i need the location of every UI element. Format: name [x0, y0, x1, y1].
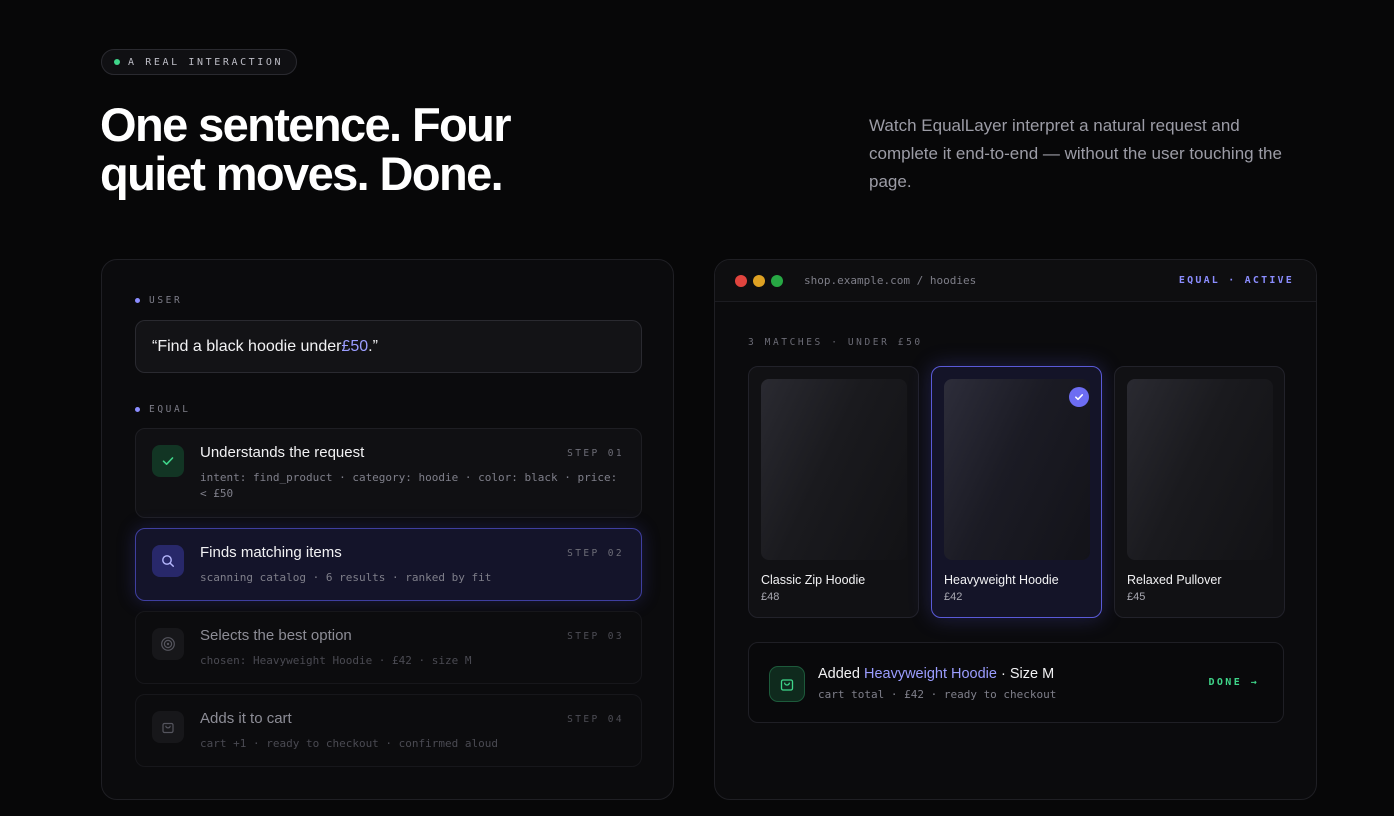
product-name: Heavyweight Hoodie: [944, 573, 1059, 587]
cart-suffix: · Size M: [996, 666, 1055, 682]
product-price: £48: [761, 591, 780, 603]
label-dot: [135, 407, 140, 412]
conversation-panel: USER “Find a black hoodie under £50.” EQ…: [101, 259, 674, 800]
product-name: Classic Zip Hoodie: [761, 573, 866, 587]
step-title: Adds it to cart: [200, 710, 292, 727]
product-image: [944, 379, 1090, 560]
check-icon: [152, 445, 184, 477]
step-meta: cart +1 · ready to checkout · confirmed …: [200, 737, 499, 750]
step-finds-items: Finds matching items STEP 02 scanning ca…: [135, 528, 642, 601]
cart-details: cart total · £42 · ready to checkout: [818, 688, 1057, 701]
step-understands-request: Understands the request STEP 01 intent: …: [135, 428, 642, 518]
product-card-selected[interactable]: Heavyweight Hoodie £42: [931, 366, 1102, 618]
step-title: Finds matching items: [200, 544, 342, 561]
step-adds-to-cart: Adds it to cart STEP 04 cart +1 · ready …: [135, 694, 642, 767]
equal-label-text: EQUAL: [149, 404, 191, 415]
target-icon: [152, 628, 184, 660]
cart-prefix: Added: [818, 666, 864, 682]
step-number: STEP 04: [567, 714, 624, 725]
step-meta: scanning catalog · 6 results · ranked by…: [200, 571, 492, 584]
user-label: USER: [135, 295, 182, 306]
label-dot: [135, 298, 140, 303]
equal-status-badge: EQUAL · ACTIVE: [1178, 275, 1294, 286]
step-title: Understands the request: [200, 444, 365, 461]
equal-label: EQUAL: [135, 404, 191, 415]
step-number: STEP 03: [567, 631, 624, 642]
step-title: Selects the best option: [200, 627, 352, 644]
close-window-button[interactable]: [735, 275, 747, 287]
cart-product-name: Heavyweight Hoodie: [863, 666, 997, 682]
product-image: [1127, 379, 1273, 560]
browser-toolbar: shop.example.com / hoodies EQUAL · ACTIV…: [715, 260, 1316, 302]
step-number: STEP 01: [567, 448, 624, 459]
bag-icon: [152, 711, 184, 743]
matches-label: 3 MATCHES · UNDER £50: [748, 337, 923, 348]
hero-title-line2: quiet moves. Done.: [100, 147, 504, 200]
product-name: Relaxed Pullover: [1127, 573, 1222, 587]
user-label-text: USER: [149, 295, 183, 306]
status-dot: [114, 59, 120, 65]
minimize-window-button[interactable]: [753, 275, 765, 287]
hero-title-line1: One sentence. Four: [100, 98, 512, 151]
product-card[interactable]: Relaxed Pullover £45: [1114, 366, 1285, 618]
product-card[interactable]: Classic Zip Hoodie £48: [748, 366, 919, 618]
shopping-bag-icon: [769, 666, 805, 702]
search-icon: [152, 545, 184, 577]
user-message-suffix: .”: [368, 337, 378, 355]
hero-title: One sentence. Four quiet moves. Done.: [100, 100, 560, 198]
product-price: £42: [944, 591, 963, 603]
browser-panel: shop.example.com / hoodies EQUAL · ACTIV…: [714, 259, 1317, 800]
step-selects-option: Selects the best option STEP 03 chosen: …: [135, 611, 642, 684]
step-meta: chosen: Heavyweight Hoodie · £42 · size …: [200, 654, 472, 667]
step-number: STEP 02: [567, 548, 624, 559]
user-message: “Find a black hoodie under £50.”: [135, 320, 642, 373]
section-eyebrow: A REAL INTERACTION: [101, 49, 298, 75]
user-message-prefix: “Find a black hoodie under: [152, 337, 342, 355]
maximize-window-button[interactable]: [771, 275, 783, 287]
cart-added-message: Added Heavyweight Hoodie · Size M: [818, 666, 1054, 682]
step-meta: intent: find_product · category: hoodie …: [200, 471, 618, 500]
done-button[interactable]: DONE →: [1208, 677, 1259, 688]
user-message-price: £50: [341, 337, 369, 355]
product-image: [761, 379, 907, 560]
browser-url[interactable]: shop.example.com / hoodies: [804, 274, 976, 287]
cart-confirmation: Added Heavyweight Hoodie · Size M cart t…: [748, 642, 1284, 723]
selected-check-icon: [1069, 387, 1089, 407]
eyebrow-text: A REAL INTERACTION: [128, 56, 284, 68]
hero-description: Watch EqualLayer interpret a natural req…: [869, 116, 1282, 191]
product-price: £45: [1127, 591, 1146, 603]
